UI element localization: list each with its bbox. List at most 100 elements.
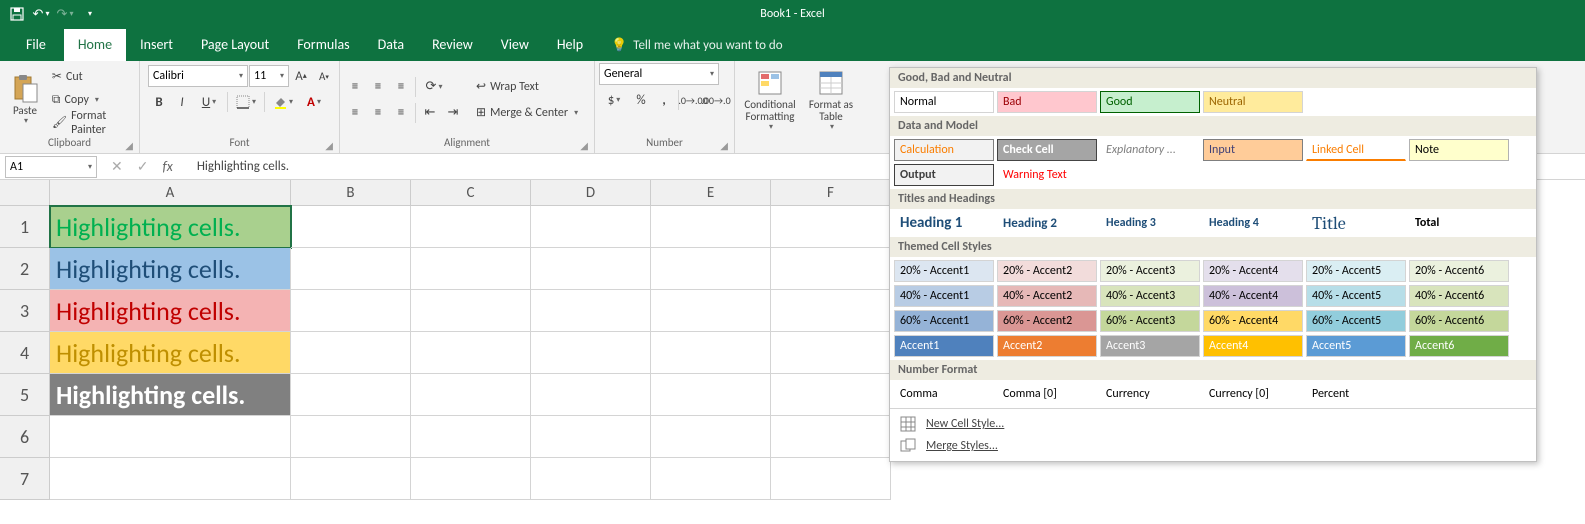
style-item[interactable]: Output	[894, 164, 994, 186]
merge-styles-button[interactable]: Merge Styles...	[890, 435, 1536, 457]
cell[interactable]	[531, 458, 651, 500]
style-item[interactable]: Total	[1409, 212, 1509, 234]
row-header-7[interactable]: 7	[0, 458, 50, 500]
alignment-dialog-launcher[interactable]: ◢	[580, 139, 588, 152]
col-header-d[interactable]: D	[531, 180, 651, 206]
cell[interactable]	[531, 290, 651, 332]
row-header-5[interactable]: 5	[0, 374, 50, 416]
align-bottom-button[interactable]: ≡	[390, 76, 412, 98]
tab-data[interactable]: Data	[364, 29, 418, 61]
style-item[interactable]: 60% - Accent5	[1306, 310, 1406, 332]
style-item[interactable]: 40% - Accent4	[1203, 285, 1303, 307]
paste-button[interactable]: Paste▾	[4, 67, 46, 133]
col-header-c[interactable]: C	[411, 180, 531, 206]
cut-button[interactable]: ✂Cut	[48, 66, 135, 88]
style-item[interactable]: 40% - Accent2	[997, 285, 1097, 307]
comma-style-button[interactable]: ,	[653, 89, 675, 111]
save-button[interactable]	[6, 3, 28, 25]
style-item[interactable]: Accent6	[1409, 335, 1509, 357]
tell-me-search[interactable]: 💡 Tell me what you want to do	[597, 31, 797, 61]
number-format-combo[interactable]: General▾	[599, 63, 719, 85]
style-item[interactable]: 20% - Accent2	[997, 260, 1097, 282]
clipboard-dialog-launcher[interactable]: ◢	[125, 139, 133, 152]
align-left-button[interactable]: ≡	[344, 102, 366, 124]
style-item[interactable]: Heading 2	[997, 212, 1097, 234]
style-item[interactable]: Accent2	[997, 335, 1097, 357]
style-item[interactable]: 60% - Accent2	[997, 310, 1097, 332]
enter-formula-button[interactable]: ✓	[137, 158, 149, 175]
cell[interactable]	[291, 416, 411, 458]
italic-button[interactable]: I	[171, 91, 193, 113]
cell[interactable]: Highlighting cells.	[50, 332, 291, 374]
font-color-button[interactable]: A▾	[299, 91, 329, 113]
cell[interactable]	[291, 458, 411, 500]
cell[interactable]	[291, 290, 411, 332]
select-all-button[interactable]	[0, 180, 50, 206]
style-item[interactable]: 40% - Accent1	[894, 285, 994, 307]
wrap-text-button[interactable]: ↩Wrap Text	[472, 76, 582, 98]
decrease-indent-button[interactable]: ⇤	[419, 102, 441, 124]
undo-button[interactable]: ↶▾	[30, 3, 52, 25]
style-item[interactable]: Check Cell	[997, 139, 1097, 161]
format-painter-button[interactable]: 🖌Format Painter	[48, 112, 135, 134]
style-item[interactable]: Comma	[894, 383, 994, 405]
style-item[interactable]: Accent4	[1203, 335, 1303, 357]
cell[interactable]	[291, 248, 411, 290]
style-item[interactable]: Good	[1100, 91, 1200, 113]
cell[interactable]	[411, 332, 531, 374]
fill-color-button[interactable]: ▾	[268, 91, 298, 113]
style-item[interactable]: Heading 4	[1203, 212, 1303, 234]
cell[interactable]	[411, 206, 531, 248]
style-item[interactable]: Accent5	[1306, 335, 1406, 357]
increase-font-button[interactable]: A▴	[290, 65, 312, 87]
cell[interactable]	[411, 248, 531, 290]
redo-button[interactable]: ↷▾	[54, 3, 76, 25]
style-item[interactable]: Explanatory ...	[1100, 139, 1200, 161]
font-size-combo[interactable]: 11▾	[249, 65, 289, 87]
cell[interactable]	[411, 416, 531, 458]
style-item[interactable]: Currency	[1100, 383, 1200, 405]
cell[interactable]: Highlighting cells.	[50, 206, 291, 248]
cell[interactable]	[411, 458, 531, 500]
cell[interactable]	[291, 332, 411, 374]
cell[interactable]	[291, 374, 411, 416]
style-item[interactable]: Normal	[894, 91, 994, 113]
cancel-formula-button[interactable]: ✕	[111, 158, 123, 175]
increase-indent-button[interactable]: ⇥	[442, 102, 464, 124]
cell[interactable]	[771, 416, 891, 458]
style-item[interactable]: Bad	[997, 91, 1097, 113]
style-item[interactable]: Note	[1409, 139, 1509, 161]
style-item[interactable]: Linked Cell	[1306, 139, 1406, 161]
col-header-f[interactable]: F	[771, 180, 891, 206]
style-item[interactable]: 20% - Accent3	[1100, 260, 1200, 282]
cell[interactable]	[771, 206, 891, 248]
qat-customize-button[interactable]: ▾	[78, 3, 100, 25]
underline-button[interactable]: U▾	[194, 91, 224, 113]
cell[interactable]	[771, 290, 891, 332]
col-header-a[interactable]: A	[50, 180, 291, 206]
cell[interactable]	[531, 248, 651, 290]
align-center-button[interactable]: ≡	[367, 102, 389, 124]
cell[interactable]	[771, 332, 891, 374]
name-box[interactable]: A1▾	[5, 156, 97, 178]
tab-help[interactable]: Help	[543, 29, 597, 61]
row-header-4[interactable]: 4	[0, 332, 50, 374]
font-name-combo[interactable]: Calibri▾	[148, 65, 248, 87]
col-header-e[interactable]: E	[651, 180, 771, 206]
conditional-formatting-button[interactable]: Conditional Formatting▾	[739, 67, 801, 133]
style-item[interactable]: 60% - Accent4	[1203, 310, 1303, 332]
style-item[interactable]: 20% - Accent1	[894, 260, 994, 282]
col-header-b[interactable]: B	[291, 180, 411, 206]
align-middle-button[interactable]: ≡	[367, 76, 389, 98]
new-cell-style-button[interactable]: New Cell Style...	[890, 413, 1536, 435]
decrease-decimal-button[interactable]: .00→.0	[705, 89, 727, 111]
number-dialog-launcher[interactable]: ◢	[720, 139, 728, 152]
style-item[interactable]: Heading 1	[894, 212, 994, 234]
cell[interactable]	[531, 332, 651, 374]
style-item[interactable]: 20% - Accent6	[1409, 260, 1509, 282]
style-item[interactable]: 60% - Accent3	[1100, 310, 1200, 332]
tab-home[interactable]: Home	[64, 29, 126, 61]
style-item[interactable]: Percent	[1306, 383, 1406, 405]
tab-file[interactable]: File	[8, 29, 64, 61]
cell[interactable]	[651, 458, 771, 500]
